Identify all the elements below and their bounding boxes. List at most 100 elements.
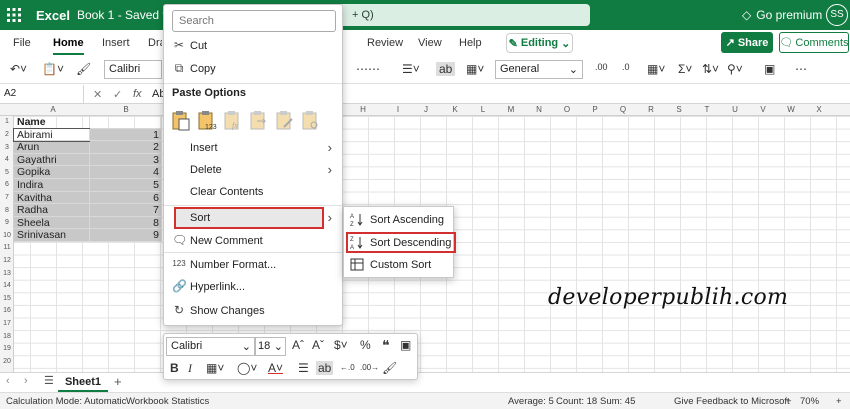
prev-sheet-icon[interactable]: ‹ <box>6 375 10 387</box>
cell-name[interactable]: Gayathri <box>14 153 90 167</box>
align-icon[interactable]: ☰˅ <box>402 62 420 76</box>
row-header[interactable]: 12 <box>0 257 14 264</box>
format-table-icon[interactable]: ▣ <box>400 338 411 352</box>
cell-value[interactable]: 5 <box>90 178 162 192</box>
row-header[interactable]: 14 <box>0 282 14 289</box>
row-header[interactable]: 5 <box>0 169 14 176</box>
format-painter-icon[interactable]: 🖌 <box>382 361 397 375</box>
sheet-list-icon[interactable]: ☰ <box>44 374 54 387</box>
row-header[interactable]: 13 <box>0 270 14 277</box>
col-header-h[interactable]: H <box>350 105 376 114</box>
cell-value[interactable]: 6 <box>90 191 162 205</box>
format-cells-icon[interactable]: ▦˅ <box>647 62 665 76</box>
col-header-t[interactable]: T <box>694 105 720 114</box>
row-header[interactable]: 16 <box>0 307 14 314</box>
col-header-u[interactable]: U <box>722 105 748 114</box>
increase-decimal-icon[interactable]: .00→ <box>360 363 379 372</box>
row-header[interactable]: 7 <box>0 194 14 201</box>
fx-label[interactable]: fx <box>133 88 142 100</box>
add-ins-icon[interactable]: ▣ <box>764 62 775 76</box>
col-header-r[interactable]: R <box>638 105 664 114</box>
percent-icon[interactable]: % <box>360 338 371 352</box>
more-options-icon[interactable]: ⋯ <box>356 62 368 76</box>
menu-item-new-comment[interactable]: 🗨 New Comment <box>164 231 342 251</box>
editing-mode-button[interactable]: ✎ Editing ⌄ <box>506 33 573 53</box>
row-header[interactable]: 18 <box>0 333 14 340</box>
row-header[interactable]: 4 <box>0 156 14 163</box>
cell-value[interactable]: 7 <box>90 204 162 217</box>
menu-item-number-format[interactable]: 123 Number Format... <box>164 255 342 275</box>
row-header[interactable]: 9 <box>0 219 14 226</box>
font-color-icon[interactable]: A˅ <box>268 361 283 375</box>
decrease-decimal-icon[interactable]: .0 <box>622 62 630 72</box>
menu-item-sort[interactable]: Sort › <box>164 208 342 228</box>
menu-item-clear-contents[interactable]: Clear Contents <box>164 182 342 202</box>
confirm-icon[interactable]: ✓ <box>113 88 122 101</box>
context-search-input[interactable] <box>172 10 336 32</box>
cell-name[interactable]: Arun <box>14 141 90 154</box>
mini-font-select[interactable]: Calibri ⌄ <box>166 337 256 356</box>
cell-name[interactable]: Abirami <box>13 127 91 143</box>
col-header-k[interactable]: K <box>442 105 468 114</box>
paste-transpose-icon[interactable] <box>248 109 270 131</box>
row-header[interactable]: 10 <box>0 232 14 239</box>
row-header[interactable]: 8 <box>0 207 14 214</box>
undo-icon[interactable]: ↶˅ <box>10 62 27 76</box>
row-header[interactable]: 6 <box>0 181 14 188</box>
avatar[interactable]: SS <box>826 4 848 26</box>
menu-item-cut[interactable]: ✂ Cut <box>164 36 342 56</box>
tab-view[interactable]: View <box>418 37 442 49</box>
font-name-select[interactable]: Calibri <box>104 60 162 79</box>
merge-icon[interactable]: ▦˅ <box>466 62 484 76</box>
row-header[interactable]: 1 <box>0 118 14 125</box>
zoom-in-icon[interactable]: + <box>836 396 842 407</box>
paste-formulas-icon[interactable]: fx <box>222 109 244 131</box>
cell-value[interactable]: 8 <box>90 216 162 230</box>
tab-insert[interactable]: Insert <box>102 37 130 49</box>
zoom-out-icon[interactable]: − <box>786 396 792 407</box>
fill-color-icon[interactable]: ◯˅ <box>237 361 257 375</box>
format-painter-icon[interactable]: 🖌 <box>76 62 91 76</box>
cell-value[interactable]: 1 <box>90 128 162 142</box>
more-ribbon-icon[interactable]: ⋯ <box>795 62 807 76</box>
workbook-statistics[interactable]: Workbook Statistics <box>126 396 209 407</box>
paste-icon[interactable]: 📋˅ <box>42 62 64 76</box>
cancel-icon[interactable]: ✕ <box>93 88 102 101</box>
row-header[interactable]: 17 <box>0 320 14 327</box>
zoom-level[interactable]: 70% <box>800 396 819 407</box>
row-header[interactable]: 3 <box>0 144 14 151</box>
feedback-link[interactable]: Give Feedback to Microsoft <box>674 396 790 407</box>
italic-icon[interactable]: I <box>188 361 192 376</box>
wrap-text-icon[interactable]: ab <box>436 62 456 76</box>
share-button[interactable]: ↗ Share <box>721 32 773 53</box>
col-header-n[interactable]: N <box>526 105 552 114</box>
menu-item-show-changes[interactable]: ↻ Show Changes <box>164 301 342 321</box>
sort-filter-icon[interactable]: ⇅˅ <box>702 62 719 76</box>
cell-value[interactable]: 2 <box>90 141 162 154</box>
col-header-j[interactable]: J <box>413 105 439 114</box>
row-header[interactable]: 11 <box>0 244 14 251</box>
comma-style-icon[interactable]: ❝ <box>382 337 390 354</box>
decrease-decimal-icon[interactable]: ←.0 <box>340 363 355 372</box>
cell-name[interactable]: Radha <box>14 204 90 217</box>
menu-item-sort-ascending[interactable]: AZ Sort Ascending <box>344 210 453 230</box>
col-header-v[interactable]: V <box>750 105 776 114</box>
wrap-text-icon[interactable]: ab <box>316 361 334 375</box>
autosum-icon[interactable]: Σ˅ <box>678 62 692 76</box>
col-header-m[interactable]: M <box>498 105 524 114</box>
cell-name[interactable]: Indira <box>14 178 90 192</box>
col-header-l[interactable]: L <box>470 105 496 114</box>
app-launcher-icon[interactable] <box>6 7 22 23</box>
menu-item-custom-sort[interactable]: Custom Sort <box>344 255 453 275</box>
bold-icon[interactable]: B <box>170 361 179 375</box>
number-format-select[interactable]: General ⌄ <box>495 60 583 79</box>
col-header-b[interactable]: B <box>113 105 139 114</box>
col-header-w[interactable]: W <box>778 105 804 114</box>
menu-item-copy[interactable]: ⧉ Copy <box>164 59 342 79</box>
col-header-o[interactable]: O <box>554 105 580 114</box>
cell-name[interactable]: Sheela <box>14 216 90 230</box>
find-icon[interactable]: ⚲˅ <box>727 62 743 76</box>
more-icon[interactable]: ⋯ <box>368 62 380 76</box>
increase-decimal-icon[interactable]: .00 <box>595 62 608 72</box>
tab-draw[interactable]: Draw <box>148 37 162 49</box>
